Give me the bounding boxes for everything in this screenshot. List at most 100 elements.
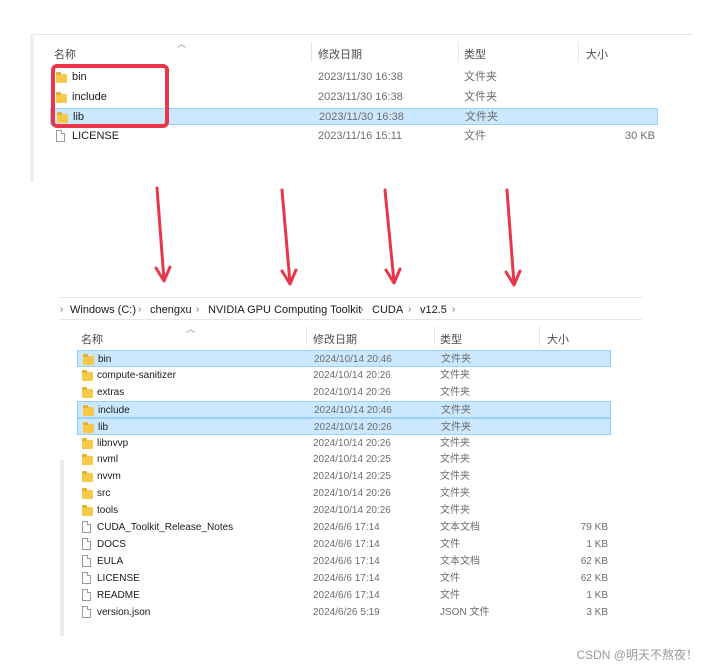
breadcrumb-item[interactable]: NVIDIA GPU Computing Toolkit <box>208 304 361 316</box>
modified-date: 2024/10/14 20:26 <box>313 488 391 500</box>
modified-date: 2023/11/30 16:38 <box>318 90 403 103</box>
file-type: 文件夹 <box>441 421 471 433</box>
file-size: 3 KB <box>586 606 608 618</box>
file-icon <box>82 521 91 533</box>
file-row[interactable]: DOCS 2024/6/6 17:14 文件 1 KB <box>77 536 611 553</box>
file-name: src <box>97 488 111 500</box>
file-name: nvvm <box>97 471 121 483</box>
modified-date: 2024/6/6 17:14 <box>313 589 380 601</box>
column-divider[interactable] <box>306 326 307 346</box>
file-name: LICENSE <box>72 129 120 142</box>
file-type: 文件夹 <box>464 90 497 103</box>
file-name: include <box>98 404 130 416</box>
folder-icon <box>83 421 94 433</box>
file-type: 文件 <box>440 572 460 584</box>
file-icon <box>82 571 91 584</box>
file-type: 文件夹 <box>440 437 470 449</box>
column-header-modified[interactable]: 修改日期 <box>318 46 362 62</box>
arrow-1 <box>154 186 172 283</box>
folder-row[interactable]: lib 2024/10/14 20:26 文件夹 <box>77 417 611 435</box>
modified-date: 2024/10/14 20:26 <box>313 369 391 381</box>
folder-row[interactable]: libnvvp 2024/10/14 20:26 文件夹 <box>77 435 611 452</box>
file-type: 文件 <box>464 129 486 142</box>
file-type: 文本文档 <box>440 522 480 533</box>
file-row[interactable]: CUDA_Toolkit_Release_Notes 2024/6/6 17:14… <box>77 519 611 536</box>
column-divider[interactable] <box>434 326 435 346</box>
file-type: 文件夹 <box>440 454 470 466</box>
file-row[interactable]: README 2024/6/6 17:14 文件 1 KB <box>77 587 611 604</box>
file-row[interactable]: LICENSE 2024/6/6 17:14 文件 62 KB <box>77 570 611 587</box>
arrow-3 <box>383 188 402 285</box>
file-size: 30 KB <box>625 129 655 142</box>
chevron-right-icon[interactable]: › <box>452 304 455 315</box>
modified-date: 2024/10/14 20:46 <box>314 404 392 416</box>
file-row[interactable]: EULA 2024/6/6 17:14 文本文档 62 KB <box>77 553 611 570</box>
file-name: libnvvp <box>97 437 129 449</box>
breadcrumb-item[interactable]: chengxu <box>150 304 192 316</box>
file-size: 62 KB <box>580 555 608 567</box>
file-type: JSON 文件 <box>440 606 490 618</box>
column-header-name[interactable]: 名称 <box>81 331 103 347</box>
file-name: compute-sanitizer <box>97 369 176 381</box>
bottom-explorer-pane: ︿ 名称 修改日期 类型 大小 bin 2024/10/14 20:46 文件夹 co… <box>60 320 642 636</box>
chevron-right-icon[interactable]: › <box>360 304 363 315</box>
file-icon <box>56 129 65 142</box>
top-pane-left-edge <box>30 34 34 182</box>
chevron-right-icon: › <box>60 304 64 315</box>
sort-ascending-icon: ︿ <box>177 39 187 49</box>
modified-date: 2024/10/14 20:25 <box>313 471 391 483</box>
column-header-type[interactable]: 类型 <box>440 331 462 347</box>
modified-date: 2024/6/26 5:19 <box>313 606 380 618</box>
chevron-right-icon[interactable]: › <box>196 304 199 315</box>
column-divider[interactable] <box>539 326 540 346</box>
arrow-4 <box>504 188 522 287</box>
modified-date: 2024/6/6 17:14 <box>313 538 380 550</box>
chevron-right-icon[interactable]: › <box>138 304 141 315</box>
folder-row[interactable]: bin 2024/10/14 20:46 文件夹 <box>77 350 611 367</box>
file-type: 文件夹 <box>441 354 471 365</box>
chevron-right-icon[interactable]: › <box>408 304 411 315</box>
file-name: extras <box>97 386 125 398</box>
highlight-annotation-box <box>51 64 169 128</box>
folder-row[interactable]: nvml 2024/10/14 20:25 文件夹 <box>77 451 611 468</box>
column-header-size[interactable]: 大小 <box>586 46 608 62</box>
folder-icon <box>82 488 93 500</box>
folder-row[interactable]: extras 2024/10/14 20:26 文件夹 <box>77 384 611 401</box>
file-name: bin <box>98 354 112 365</box>
column-header-name[interactable]: 名称 <box>54 46 76 62</box>
file-size: 62 KB <box>580 572 608 584</box>
column-header-modified[interactable]: 修改日期 <box>313 331 357 347</box>
column-header-type[interactable]: 类型 <box>464 46 486 62</box>
folder-icon <box>83 354 94 365</box>
file-row[interactable]: LICENSE 2023/11/16 15:11 文件 30 KB <box>50 128 658 145</box>
folder-row[interactable]: src 2024/10/14 20:26 文件夹 <box>77 485 611 502</box>
breadcrumb-item[interactable]: CUDA <box>372 304 403 316</box>
file-type: 文件夹 <box>441 404 471 416</box>
file-type: 文件夹 <box>440 369 470 381</box>
left-scrollbar[interactable] <box>60 460 64 636</box>
file-type: 文件 <box>440 538 460 550</box>
folder-row[interactable]: compute-sanitizer 2024/10/14 20:26 文件夹 <box>77 367 611 384</box>
column-header-size[interactable]: 大小 <box>547 331 569 347</box>
column-divider[interactable] <box>458 42 459 62</box>
file-name: DOCS <box>97 538 126 550</box>
address-bar-top-border <box>60 297 642 298</box>
breadcrumb-item[interactable]: v12.5 <box>420 304 447 316</box>
modified-date: 2024/10/14 20:25 <box>313 454 391 466</box>
file-name: CUDA_Toolkit_Release_Notes <box>97 522 234 533</box>
file-type: 文件夹 <box>440 505 470 517</box>
folder-icon <box>82 369 93 381</box>
breadcrumb-item[interactable]: Windows (C:) <box>70 304 136 316</box>
modified-date: 2024/10/14 20:46 <box>314 354 392 365</box>
folder-icon <box>82 471 93 483</box>
file-row[interactable]: version.json 2024/6/26 5:19 JSON 文件 3 KB <box>77 604 611 621</box>
column-divider[interactable] <box>578 42 579 62</box>
column-divider[interactable] <box>311 42 312 62</box>
modified-date: 2024/10/14 20:26 <box>314 421 392 433</box>
file-type: 文本文档 <box>440 555 480 567</box>
file-type: 文件夹 <box>464 71 497 83</box>
folder-icon <box>82 505 93 517</box>
folder-row[interactable]: tools 2024/10/14 20:26 文件夹 <box>77 502 611 519</box>
folder-row[interactable]: include 2024/10/14 20:46 文件夹 <box>77 400 611 418</box>
folder-row[interactable]: nvvm 2024/10/14 20:25 文件夹 <box>77 468 611 485</box>
